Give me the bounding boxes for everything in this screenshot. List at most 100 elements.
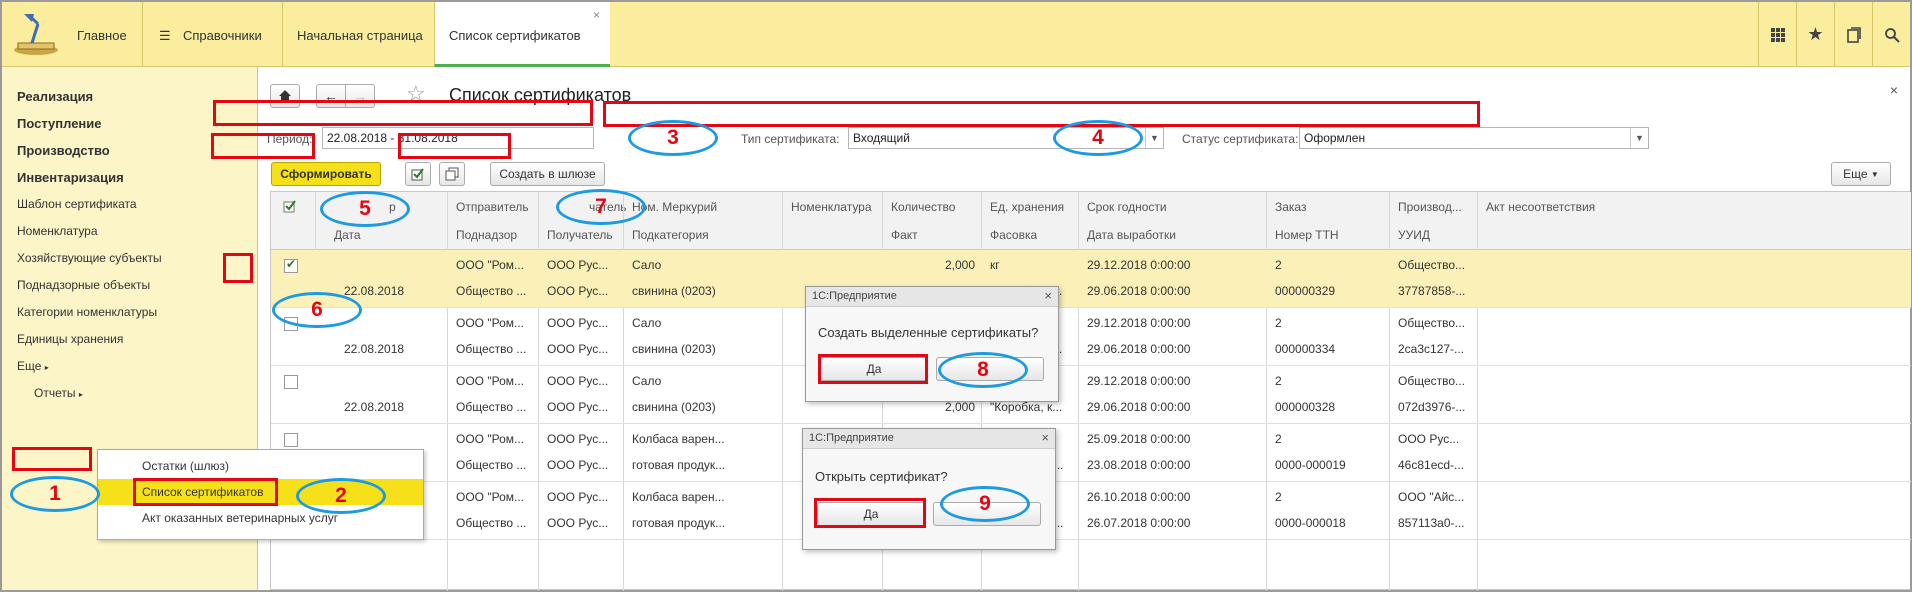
col-header-subcategory[interactable]: Подкатегория <box>632 228 709 242</box>
dialog-title: 1С:Предприятие × <box>803 429 1055 449</box>
sidebar-item-storage-units[interactable]: Единицы хранения <box>17 332 123 346</box>
more-button[interactable]: Еще ▼ <box>1831 162 1891 186</box>
sidebar-item-certificate-template[interactable]: Шаблон сертификата <box>17 197 137 211</box>
close-icon[interactable]: × <box>1041 430 1049 445</box>
cell-recipient-2: ООО Рус... <box>547 516 609 530</box>
generate-button[interactable]: Сформировать <box>271 162 381 186</box>
home-button[interactable] <box>270 84 300 108</box>
col-header-production-date[interactable]: Дата выработки <box>1087 228 1176 242</box>
check-all-icon <box>411 168 424 181</box>
cell-sender: ООО "Ром... <box>456 374 524 388</box>
period-field[interactable]: 22.08.2018 - 31.08.2018 <box>322 127 594 149</box>
col-header-fact[interactable]: Факт <box>891 228 918 242</box>
sidebar-item-more[interactable]: Еще ▸ <box>17 359 49 373</box>
col-header-producer[interactable]: Производ... <box>1398 200 1462 214</box>
col-header-expiry[interactable]: Срок годности <box>1087 200 1167 214</box>
col-header-storage-unit[interactable]: Ед. хранения <box>990 200 1064 214</box>
sidebar-item-receipts[interactable]: Поступление <box>17 116 102 131</box>
search-icon[interactable] <box>1872 2 1910 67</box>
close-icon[interactable]: × <box>1044 288 1052 303</box>
table-row[interactable]: ООО "Ром... Общество ... ООО Рус... ООО Рус… <box>271 424 1911 482</box>
col-header-quantity[interactable]: Количество <box>891 200 955 214</box>
yes-button[interactable]: Да <box>817 502 925 526</box>
tab-home-page[interactable]: Начальная страница <box>282 2 429 67</box>
col-header-ttn[interactable]: Номер ТТН <box>1275 228 1339 242</box>
cell-order: 2 <box>1275 258 1282 272</box>
cell-producer: Общество... <box>1398 374 1466 388</box>
menu-item-balances[interactable]: Остатки (шлюз) <box>98 453 423 479</box>
row-checkbox[interactable] <box>284 375 298 389</box>
chevron-down-icon[interactable]: ▼ <box>1630 128 1648 148</box>
col-header-packing[interactable]: Фасовка <box>990 228 1037 242</box>
cell-subcategory: свинина (0203) <box>632 342 716 356</box>
cell-mercury-nom: Колбаса варен... <box>632 432 725 446</box>
col-header-order[interactable]: Заказ <box>1275 200 1306 214</box>
yes-button[interactable]: Да <box>820 357 928 381</box>
sidebar-item-reports[interactable]: Отчеты ▸ <box>34 386 83 400</box>
col-header-sender[interactable]: Отправитель <box>456 200 544 214</box>
col-header-nomenclature[interactable]: Номенклатура <box>791 200 872 214</box>
annotation-marker-2: 2 <box>296 478 386 514</box>
create-in-gateway-button[interactable]: Создать в шлюзе <box>490 162 605 186</box>
cell-order: 2 <box>1275 432 1282 446</box>
back-button[interactable]: ← <box>316 84 346 108</box>
close-icon[interactable]: × <box>593 8 600 22</box>
sidebar-item-business-entities[interactable]: Хозяйствующие субъекты <box>17 251 162 265</box>
tab-label: Список сертификатов <box>449 28 581 43</box>
copy-button[interactable] <box>439 162 465 186</box>
sidebar-item-nomenclature[interactable]: Номенклатура <box>17 224 98 238</box>
cell-storage-unit: кг <box>990 258 1000 272</box>
dialog-title: 1С:Предприятие × <box>806 287 1058 307</box>
close-icon[interactable]: × <box>1890 82 1898 98</box>
tab-certificate-list[interactable]: Список сертификатов × <box>434 2 610 67</box>
cell-producer: ООО "Айс... <box>1398 490 1465 504</box>
cell-uuid: 857113a0-... <box>1398 516 1465 530</box>
tab-references[interactable]: ☰ Справочники <box>142 2 262 67</box>
cell-ttn: 000000328 <box>1275 400 1336 414</box>
col-header-recipient[interactable]: Получатель <box>547 228 613 242</box>
menu-item-vet-services-act[interactable]: Акт оказанных ветеринарных услуг <box>98 505 423 531</box>
cell-fact: 2,000 <box>944 400 975 414</box>
col-header-date[interactable]: Дата <box>334 228 361 242</box>
col-header-nonconformity-act[interactable]: Акт несоответствия <box>1486 200 1595 214</box>
table-row[interactable]: 22.08.2018 ООО "Ром... Общество ... ООО Рус… <box>271 250 1911 308</box>
cell-date: 22.08.2018 <box>344 342 405 356</box>
forward-button[interactable]: → <box>345 84 375 108</box>
cell-ttn: 0000-000018 <box>1275 516 1346 530</box>
sidebar-item-inventory[interactable]: Инвентаризация <box>17 170 124 185</box>
row-checkbox[interactable] <box>284 257 298 273</box>
table-row[interactable]: 22.08.2018 ООО "Ром... Общество ... ООО Рус… <box>271 366 1911 424</box>
sidebar-item-supervised-objects[interactable]: Поднадзорные объекты <box>17 278 150 292</box>
annotation-marker-6: 6 <box>272 292 362 328</box>
col-divider <box>315 192 316 250</box>
history-icon[interactable] <box>1834 2 1872 67</box>
cell-subcategory: свинина (0203) <box>632 400 716 414</box>
sidebar-item-production[interactable]: Производство <box>17 143 110 158</box>
cell-expiry: 29.12.2018 0:00:00 <box>1087 374 1191 388</box>
table-row[interactable]: 22.08.2018 ООО "Ром... Общество ... ООО Рус… <box>271 308 1911 366</box>
dialog-message: Создать выделенные сертификаты? <box>818 325 1039 340</box>
row-checkbox[interactable] <box>284 433 298 447</box>
certificate-status-select[interactable]: Оформлен ▼ <box>1299 127 1649 149</box>
check-all-button[interactable] <box>405 162 431 186</box>
menu-item-label: Список сертификатов <box>142 485 264 499</box>
sidebar-item-sales[interactable]: Реализация <box>17 89 93 104</box>
grid-icon[interactable] <box>1758 2 1796 67</box>
star-icon[interactable]: ★ <box>1796 2 1834 67</box>
home-tab[interactable]: Главное <box>2 2 142 67</box>
favorite-star-icon[interactable]: ☆ <box>406 81 426 107</box>
chevron-down-icon[interactable]: ▼ <box>1145 128 1163 148</box>
col-header-uuid[interactable]: УУИД <box>1398 228 1430 242</box>
cell-uuid: 2ca3c127-... <box>1398 342 1465 356</box>
cell-date: 22.08.2018 <box>344 400 405 414</box>
cell-expiry: 29.12.2018 0:00:00 <box>1087 258 1191 272</box>
cell-recipient: ООО Рус... <box>547 316 609 330</box>
cell-sender: ООО "Ром... <box>456 258 524 272</box>
col-header-supervisor[interactable]: Поднадзор <box>456 228 517 242</box>
more-label: Еще <box>1843 167 1868 181</box>
table-row[interactable]: ООО "Ром... Общество ... ООО Рус... ООО Рус… <box>271 482 1911 540</box>
sidebar-item-nomenclature-categories[interactable]: Категории номенклатуры <box>17 305 157 319</box>
cell-packing: "Коробка, к... <box>990 400 1063 414</box>
cell-order: 2 <box>1275 316 1282 330</box>
check-all-icon[interactable] <box>282 199 298 213</box>
